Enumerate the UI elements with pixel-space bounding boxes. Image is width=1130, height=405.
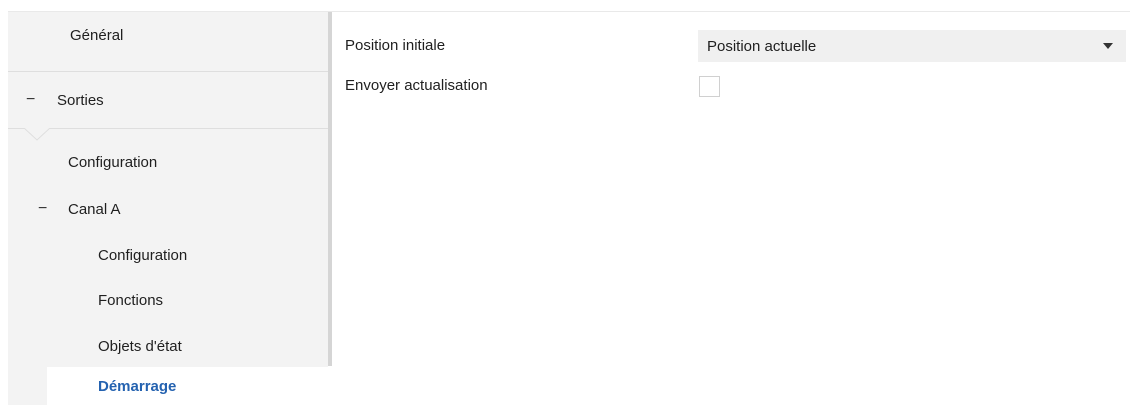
- position-initiale-select[interactable]: Position actuelle: [698, 30, 1126, 62]
- sidebar-divider: [328, 12, 332, 366]
- sidebar-item-canal-a[interactable]: − Canal A: [8, 186, 328, 232]
- chevron-down-icon: [1103, 43, 1113, 49]
- sidebar-item-configuration[interactable]: Configuration: [8, 139, 328, 185]
- sidebar-item-general[interactable]: Général: [8, 12, 328, 58]
- collapse-icon[interactable]: −: [38, 200, 47, 218]
- sidebar-item-canal-a-configuration[interactable]: Configuration: [8, 232, 328, 278]
- position-initiale-label: Position initiale: [345, 37, 446, 54]
- sidebar-item-label: Fonctions: [98, 291, 164, 309]
- envoyer-actualisation-checkbox[interactable]: [699, 76, 720, 97]
- sidebar-item-label: Canal A: [68, 200, 121, 218]
- sidebar-separator: [8, 128, 328, 129]
- sidebar-item-label: Configuration: [98, 246, 188, 264]
- sidebar-item-demarrage[interactable]: Démarrage: [47, 367, 332, 405]
- sidebar-item-label: Objets d'état: [98, 337, 182, 355]
- sidebar-item-label: Sorties: [57, 91, 104, 109]
- sidebar-item-label: Général: [70, 26, 124, 44]
- position-initiale-value: Position actuelle: [707, 37, 817, 55]
- envoyer-actualisation-label: Envoyer actualisation: [345, 77, 488, 94]
- sidebar: Général − Sorties Configuration − Canal …: [8, 12, 332, 405]
- sidebar-separator: [8, 71, 328, 72]
- sidebar-item-label: Configuration: [68, 153, 158, 171]
- collapse-icon[interactable]: −: [26, 91, 35, 109]
- sidebar-item-label: Démarrage: [98, 377, 177, 395]
- sidebar-item-objets-etat[interactable]: Objets d'état: [8, 323, 328, 369]
- sidebar-item-fonctions[interactable]: Fonctions: [8, 277, 328, 323]
- sidebar-item-sorties[interactable]: − Sorties: [8, 77, 328, 123]
